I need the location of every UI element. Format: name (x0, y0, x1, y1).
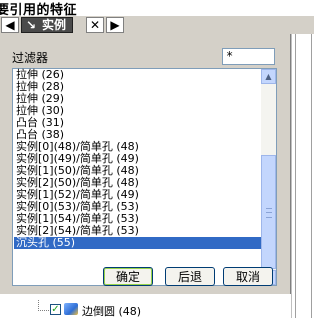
feature-list-items: 拉伸 (26) 拉伸 (28) 拉伸 (29) 拉伸 (30) 凸台 (31) 凸台 (3… (14, 69, 262, 249)
tab-prev-button[interactable]: ◀ (1, 17, 19, 33)
chevron-left-icon: ◀ (5, 18, 15, 32)
scroll-up-button[interactable]: ▲ (261, 69, 276, 84)
back-button[interactable]: 后退 (165, 267, 215, 286)
checkmark-icon: ✓ (51, 304, 60, 315)
window-title-bar: 要引用的特征 (0, 0, 314, 16)
tab-instance[interactable]: ↘ 实例 (21, 17, 74, 33)
tree-item-label: 边倒圆 (48) (82, 305, 142, 318)
tab-next-button[interactable]: ▶ (106, 17, 124, 33)
window-title: 要引用的特征 (0, 3, 78, 16)
filter-input[interactable]: * (222, 48, 275, 65)
tree-row[interactable]: ✓ 边倒圆 (48) (0, 296, 290, 318)
tree-item-checkbox[interactable]: ✓ (50, 304, 61, 315)
chevron-right-icon: ▶ (110, 18, 120, 32)
arrow-down-right-icon: ↘ (26, 18, 37, 32)
right-panel-edge (291, 34, 315, 318)
tree-connector (38, 300, 49, 311)
ok-button[interactable]: 确定 (103, 267, 153, 286)
scrollbar-thumb[interactable] (261, 155, 276, 269)
select-reference-dialog: 过滤器 * 拉伸 (26) 拉伸 (28) 拉伸 (29) 拉伸 (30) 凸台 (31… (0, 34, 291, 294)
tab-instance-label: 实例 (42, 18, 67, 32)
cancel-button[interactable]: 取消 (223, 267, 273, 286)
tab-bar: ◀ ↘ 实例 ✕ ▶ (0, 16, 314, 35)
scroll-up-icon: ▲ (265, 72, 272, 81)
filter-label: 过滤器 (12, 51, 49, 65)
vertical-scrollbar[interactable]: ▲ ▼ (261, 69, 276, 285)
close-icon: ✕ (89, 18, 101, 32)
grip-icon (266, 208, 272, 218)
right-panel-scroll-track (295, 34, 312, 318)
feature-listbox[interactable]: 拉伸 (26) 拉伸 (28) 拉伸 (29) 拉伸 (30) 凸台 (31) 凸台 (3… (12, 68, 277, 286)
list-item[interactable]: 沉头孔 (55) (14, 237, 262, 249)
edge-blend-icon (64, 303, 78, 315)
tab-close-button[interactable]: ✕ (86, 17, 104, 33)
